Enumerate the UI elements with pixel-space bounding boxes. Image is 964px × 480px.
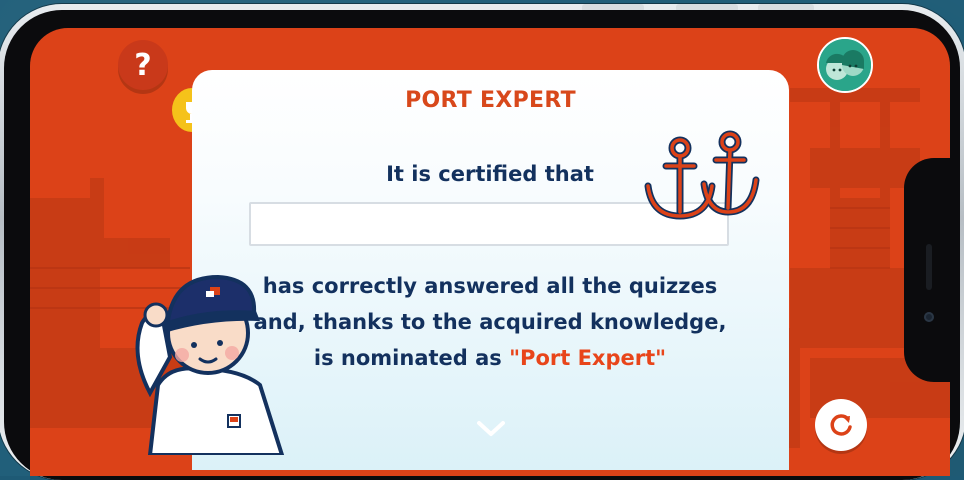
chevron-down-icon[interactable] xyxy=(476,418,506,440)
phone-camera xyxy=(924,312,934,322)
sailor-mascot xyxy=(135,274,285,455)
body-line-3-prefix: is nominated as xyxy=(313,346,510,370)
certificate-title: PORT EXPERT xyxy=(405,88,576,113)
phone-speaker xyxy=(926,244,932,290)
app-screen: ? PORT EXPERT It is certified that has c… xyxy=(30,28,950,476)
profile-avatar-button[interactable] xyxy=(817,37,873,93)
help-button[interactable]: ? xyxy=(118,40,168,90)
port-expert-highlight: "Port Expert" xyxy=(509,346,667,370)
refresh-icon xyxy=(830,414,852,436)
anchors-icon xyxy=(644,130,760,220)
kids-avatar-icon xyxy=(819,39,871,91)
refresh-button[interactable] xyxy=(815,399,867,451)
